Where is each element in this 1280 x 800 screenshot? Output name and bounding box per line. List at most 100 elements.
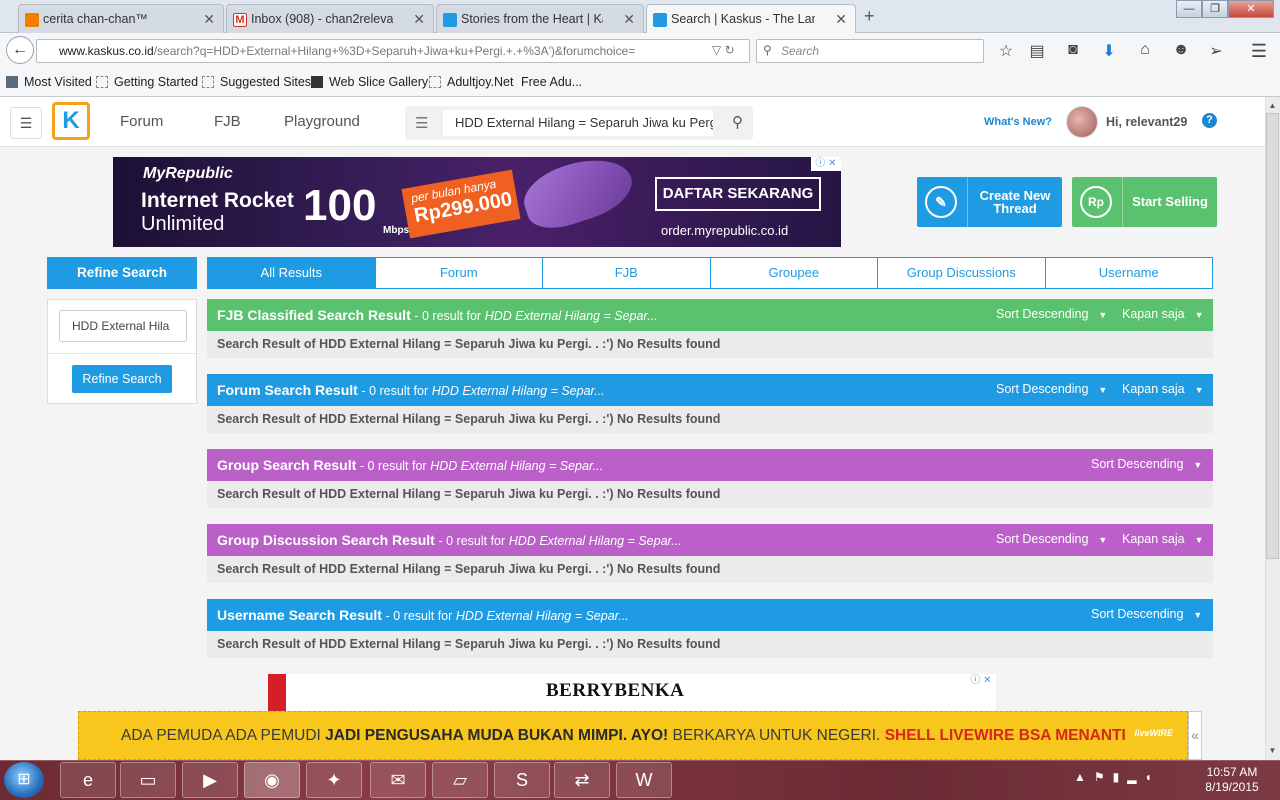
browser-search-input[interactable]: ⚲ Search: [756, 39, 984, 63]
search-term: HDD External Hilang = Separ...: [455, 609, 629, 623]
bookmark-getting-started[interactable]: Getting Started: [96, 75, 198, 89]
search-term: HDD External Hilang = Separ...: [508, 534, 682, 548]
ad-cta-button[interactable]: DAFTAR SEKARANG: [655, 177, 821, 211]
refine-search-panel: HDD External Hila Refine Search: [47, 299, 197, 404]
menu-icon[interactable]: ☰: [1248, 41, 1270, 62]
nav-fjb[interactable]: FJB: [214, 113, 241, 130]
tab-groupee[interactable]: Groupee: [711, 258, 878, 288]
bookmark-label: Adultjoy.Net: [447, 75, 514, 89]
time-filter-dropdown[interactable]: Kapan saja ▼: [1122, 307, 1203, 321]
browser-tab-active[interactable]: Search | Kaskus - The Large... ✕: [646, 4, 856, 34]
result-count: - 0 result for: [361, 384, 429, 398]
ad-brand: MyRepublic: [143, 165, 233, 182]
site-search-input[interactable]: HDD External Hilang = Separuh Jiwa ku Pe…: [443, 110, 713, 136]
back-button[interactable]: ←: [6, 36, 34, 64]
bookmark-adultjoy[interactable]: Adultjoy.Net: [429, 75, 513, 89]
section-body: Search Result of HDD External Hilang = S…: [207, 481, 1213, 508]
scroll-up-arrow[interactable]: ▲: [1266, 99, 1279, 113]
tab-fjb[interactable]: FJB: [543, 258, 711, 288]
user-greeting[interactable]: Hi, relevant29: [1106, 115, 1187, 129]
chevron-down-icon: ▼: [1194, 310, 1204, 320]
bookmark-free-adu[interactable]: Free Adu...: [521, 75, 582, 89]
firefox-icon[interactable]: ◉: [244, 762, 300, 798]
close-window-button[interactable]: ✕: [1228, 0, 1274, 18]
nav-playground[interactable]: Playground: [284, 113, 360, 130]
start-selling-button[interactable]: Rp Start Selling: [1072, 177, 1217, 227]
bottom-ad-banner[interactable]: BERRYBENKA ⓘ ✕: [268, 674, 996, 714]
search-category-menu-icon[interactable]: ☰: [415, 114, 428, 132]
avatar[interactable]: [1066, 106, 1098, 138]
media-player-icon[interactable]: ▶: [182, 762, 238, 798]
section-title: Group Discussion Search Result: [217, 532, 435, 548]
gimp-icon[interactable]: ✦: [306, 762, 362, 798]
home-icon[interactable]: ⌂: [1134, 41, 1156, 59]
result-count: - 0 result for: [438, 534, 506, 548]
whats-new-link[interactable]: What's New?: [984, 116, 1052, 128]
tab-forum[interactable]: Forum: [376, 258, 543, 288]
download-icon[interactable]: ⬇: [1098, 41, 1120, 61]
maximize-button[interactable]: ❐: [1202, 0, 1228, 18]
collapse-banner-button[interactable]: «: [1188, 711, 1202, 760]
internet-explorer-icon[interactable]: e: [60, 762, 116, 798]
help-icon[interactable]: ?: [1202, 113, 1217, 128]
close-tab-icon[interactable]: ✕: [413, 11, 425, 28]
sort-dropdown[interactable]: Sort Descending ▼: [1091, 457, 1202, 471]
sort-dropdown[interactable]: Sort Descending ▼: [1091, 607, 1202, 621]
bookmark-suggested-sites[interactable]: Suggested Sites: [202, 75, 311, 89]
ad-close-icon[interactable]: ⓘ ✕: [966, 674, 996, 688]
outlook-icon[interactable]: ✉: [370, 762, 426, 798]
skype-icon[interactable]: S: [494, 762, 550, 798]
browser-tab[interactable]: Stories from the Heart | Kas... ✕: [436, 4, 644, 33]
sort-dropdown[interactable]: Sort Descending ▼: [996, 382, 1107, 396]
create-thread-button[interactable]: ✎ Create New Thread: [917, 177, 1062, 227]
refine-search-button[interactable]: Refine Search: [72, 365, 172, 393]
scrollbar-thumb[interactable]: [1266, 113, 1279, 559]
kaskus-logo[interactable]: K: [52, 102, 90, 140]
send-icon[interactable]: ➢: [1205, 41, 1227, 61]
sort-dropdown[interactable]: Sort Descending ▼: [996, 307, 1107, 321]
reading-list-icon[interactable]: ▤: [1026, 41, 1048, 61]
word-icon[interactable]: W: [616, 762, 672, 798]
remote-desktop-icon[interactable]: ⇄: [554, 762, 610, 798]
sort-dropdown[interactable]: Sort Descending ▼: [996, 532, 1107, 546]
clock-date: 8/19/2015: [1205, 780, 1259, 794]
dropdown-reload-icon[interactable]: ▽ ↻: [712, 43, 735, 57]
time-filter-label: Kapan saja: [1122, 532, 1185, 546]
tab-all-results[interactable]: All Results: [208, 258, 376, 288]
ad-banner[interactable]: MyRepublic Internet Rocket Unlimited 100…: [113, 157, 841, 247]
search-term: HDD External Hilang = Separ...: [484, 309, 658, 323]
time-filter-dropdown[interactable]: Kapan saja ▼: [1122, 382, 1203, 396]
chat-icon[interactable]: ☻: [1170, 41, 1192, 59]
bookmark-label: Free Adu...: [521, 75, 583, 89]
sidebar-menu-button[interactable]: ☰: [10, 107, 42, 139]
time-filter-dropdown[interactable]: Kapan saja ▼: [1122, 532, 1203, 546]
sort-label: Sort Descending: [996, 307, 1089, 321]
sticky-promo-banner[interactable]: ADA PEMUDA ADA PEMUDI JADI PENGUSAHA MUD…: [78, 711, 1188, 760]
close-tab-icon[interactable]: ✕: [203, 11, 215, 28]
system-tray-icons[interactable]: ▲⚑▮▂◖: [1074, 770, 1160, 784]
browser-tab[interactable]: M Inbox (908) - chan2relevant... ✕: [226, 4, 434, 33]
tab-username[interactable]: Username: [1046, 258, 1213, 288]
close-tab-icon[interactable]: ✕: [835, 11, 847, 28]
bookmark-most-visited[interactable]: Most Visited: [6, 75, 92, 89]
close-tab-icon[interactable]: ✕: [623, 11, 635, 28]
bookmark-star-icon[interactable]: ☆: [995, 41, 1017, 61]
file-explorer-icon[interactable]: ▭: [120, 762, 176, 798]
start-button[interactable]: ⊞: [4, 762, 44, 798]
search-icon[interactable]: ⚲: [732, 113, 743, 131]
address-bar[interactable]: www.kaskus.co.id/search?q=HDD+External+H…: [36, 39, 750, 63]
pocket-icon[interactable]: ◙: [1062, 41, 1084, 59]
promo-text-4: SHELL LIVEWIRE BSA MENANTI: [884, 727, 1126, 744]
minimize-button[interactable]: —: [1176, 0, 1202, 18]
browser-tab[interactable]: cerita chan-chan™ ✕: [18, 4, 224, 33]
scroll-down-arrow[interactable]: ▼: [1266, 744, 1279, 758]
new-tab-button[interactable]: +: [864, 6, 875, 27]
nav-forum[interactable]: Forum: [120, 113, 163, 130]
taskbar-clock[interactable]: 10:57 AM 8/19/2015: [1198, 765, 1266, 795]
refine-search-input[interactable]: HDD External Hila: [59, 310, 187, 342]
ad-close-icon[interactable]: ⓘ ✕: [811, 157, 841, 171]
bookmark-web-slice-gallery[interactable]: Web Slice Gallery: [311, 75, 428, 89]
promo-text-1: ADA PEMUDA ADA PEMUDI: [121, 727, 321, 744]
tab-group-discussions[interactable]: Group Discussions: [878, 258, 1046, 288]
notes-icon[interactable]: ▱: [432, 762, 488, 798]
